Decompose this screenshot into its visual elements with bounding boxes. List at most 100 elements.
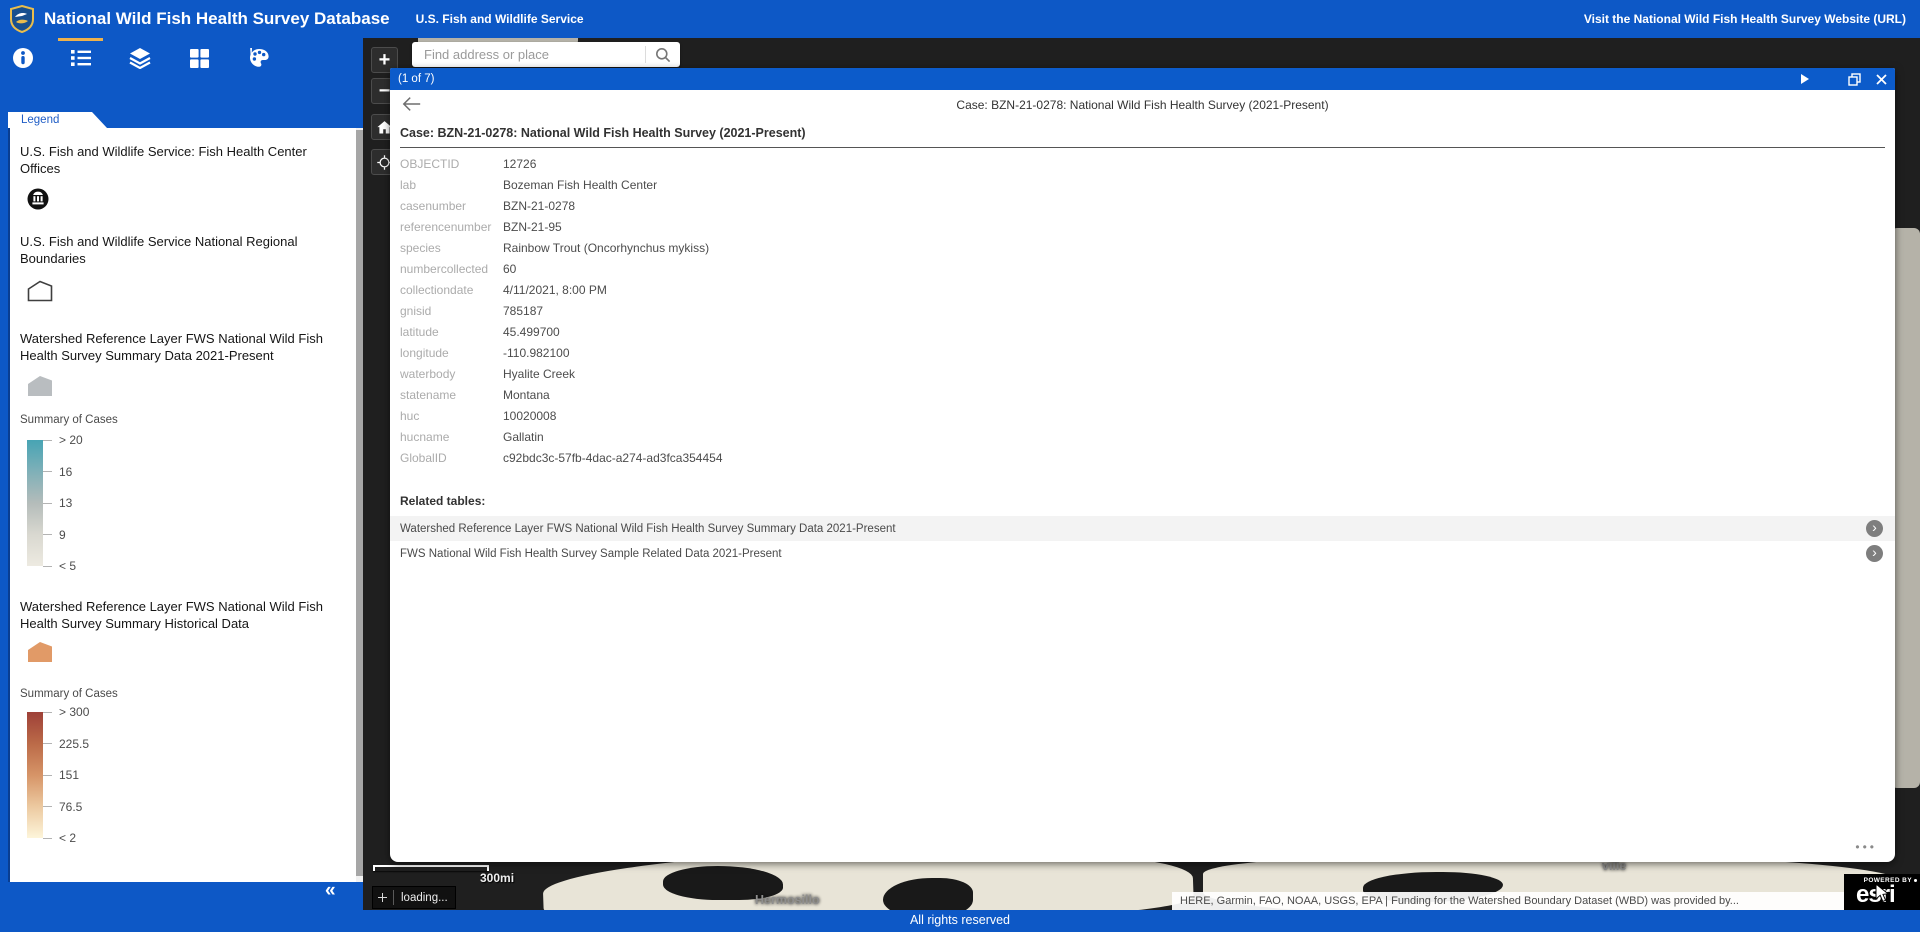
field-value: c92bdc3c-57fb-4dac-a274-ad3fca354454 [503, 448, 723, 469]
legend-item-title: Watershed Reference Layer FWS National W… [20, 599, 339, 632]
apps-grid-icon [189, 48, 210, 69]
close-icon [1876, 74, 1887, 85]
popup-pager: (1 of 7) [398, 73, 434, 85]
restore-popup-button[interactable] [1848, 73, 1861, 86]
ramp-stop-label: 9 [43, 528, 66, 542]
popup-more-options-button[interactable]: ••• [1855, 840, 1877, 854]
scrollbar-thumb[interactable] [356, 130, 363, 876]
field-row: labBozeman Fish Health Center [400, 175, 1885, 196]
ramp-stop-label: < 5 [43, 559, 76, 573]
sidebar: Legend U.S. Fish and Wildlife Service: F… [0, 38, 363, 932]
ramp-tick [43, 534, 52, 535]
field-label: species [400, 238, 503, 259]
next-feature-button[interactable] [1800, 73, 1810, 85]
field-row: waterbodyHyalite Creek [400, 364, 1885, 385]
related-table-row[interactable]: FWS National Wild Fish Health Survey Sam… [390, 541, 1895, 566]
chevron-right-icon[interactable]: › [1866, 545, 1883, 562]
collapse-panel-button[interactable]: « [325, 884, 336, 898]
crosshair-icon [373, 887, 393, 908]
toolbar-button-basemap[interactable] [245, 45, 271, 71]
field-value: BZN-21-95 [503, 217, 562, 238]
close-popup-button[interactable] [1876, 74, 1887, 85]
field-row: OBJECTID12726 [400, 154, 1885, 175]
field-value: 785187 [503, 301, 543, 322]
field-label: statename [400, 385, 503, 406]
restore-icon [1848, 73, 1861, 86]
polygon-orange-symbol [27, 641, 53, 663]
chevron-right-icon[interactable]: › [1866, 520, 1883, 537]
field-label: referencenumber [400, 217, 503, 238]
feature-title: Case: BZN-21-0278: National Wild Fish He… [400, 126, 1885, 140]
basemap-land-patch [1891, 228, 1920, 788]
title-divider [400, 147, 1885, 148]
field-row: casenumberBZN-21-0278 [400, 196, 1885, 217]
toolbar-button-layers[interactable] [127, 45, 153, 71]
field-value: 12726 [503, 154, 536, 175]
search-input[interactable] [412, 47, 645, 62]
toolbar-button-apps[interactable] [186, 45, 212, 71]
ramp-gradient-bar [27, 440, 43, 566]
search-button[interactable] [646, 42, 680, 67]
ramp-stop-label: 16 [43, 465, 72, 479]
search-icon [655, 47, 671, 63]
field-label: collectiondate [400, 280, 503, 301]
app-header: National Wild Fish Health Survey Databas… [0, 0, 1920, 38]
legend-item-title: U.S. Fish and Wildlife Service: Fish Hea… [20, 144, 339, 177]
field-value: 45.499700 [503, 322, 560, 343]
related-tables-heading: Related tables: [400, 494, 1885, 508]
field-label: longitude [400, 343, 503, 364]
toolbar-button-info[interactable] [10, 45, 36, 71]
popup-header[interactable]: (1 of 7) [390, 68, 1895, 90]
field-row: GlobalIDc92bdc3c-57fb-4dac-a274-ad3fca35… [400, 448, 1885, 469]
legend-panel: U.S. Fish and Wildlife Service: Fish Hea… [8, 128, 363, 882]
field-value: 60 [503, 259, 516, 280]
ramp-labels: > 2016139< 5 [43, 440, 163, 566]
field-value: 10020008 [503, 406, 556, 427]
ramp-title: Summary of Cases [20, 688, 339, 700]
loading-text: loading... [394, 892, 455, 904]
field-label: GlobalID [400, 448, 503, 469]
color-ramp-cases-current: > 2016139< 5 [27, 440, 339, 566]
field-value: Hyalite Creek [503, 364, 575, 385]
polygon-gray-symbol [27, 375, 53, 397]
ramp-tick [43, 503, 52, 504]
legend-item-title: Watershed Reference Layer FWS National W… [20, 331, 339, 364]
field-label: gnisid [400, 301, 503, 322]
ramp-stop-label: > 20 [43, 433, 83, 447]
field-value: BZN-21-0278 [503, 196, 575, 217]
tab-legend[interactable]: Legend [8, 112, 107, 128]
field-label: hucname [400, 427, 503, 448]
ramp-stop-label: > 300 [43, 705, 89, 719]
related-table-row[interactable]: Watershed Reference Layer FWS National W… [390, 516, 1895, 541]
field-row: huc10020008 [400, 406, 1885, 427]
legend-scrollbar[interactable] [356, 128, 363, 882]
active-tool-indicator [58, 38, 103, 41]
field-row: hucnameGallatin [400, 427, 1885, 448]
boundary-outline-symbol [27, 280, 53, 302]
loading-indicator: loading... [372, 886, 456, 909]
ramp-tick [43, 775, 52, 776]
field-value: Bozeman Fish Health Center [503, 175, 657, 196]
legend-item-title: U.S. Fish and Wildlife Service National … [20, 234, 339, 267]
ramp-stop-label: < 2 [43, 831, 76, 845]
field-row: longitude-110.982100 [400, 343, 1885, 364]
field-value: 4/11/2021, 8:00 PM [503, 280, 607, 301]
popup-centered-title: Case: BZN-21-0278: National Wild Fish He… [390, 90, 1895, 120]
ramp-stop-label: 76.5 [43, 800, 82, 814]
website-link[interactable]: Visit the National Wild Fish Health Surv… [1584, 12, 1906, 26]
rights-footer: All rights reserved [0, 910, 1920, 932]
field-row: referencenumberBZN-21-95 [400, 217, 1885, 238]
field-row: speciesRainbow Trout (Oncorhynchus mykis… [400, 238, 1885, 259]
office-point-symbol [27, 188, 49, 210]
ramp-tick [43, 743, 52, 744]
field-label: numbercollected [400, 259, 503, 280]
basemap-palette-icon [246, 47, 270, 69]
ramp-tick [43, 566, 52, 567]
play-icon [1800, 73, 1810, 85]
field-row: latitude45.499700 [400, 322, 1885, 343]
related-tables-list: Watershed Reference Layer FWS National W… [390, 516, 1895, 566]
layers-icon [129, 47, 151, 69]
attribute-table: OBJECTID12726labBozeman Fish Health Cent… [400, 154, 1885, 469]
rights-text: All rights reserved [910, 913, 1010, 927]
toolbar-button-legend[interactable] [68, 45, 94, 71]
